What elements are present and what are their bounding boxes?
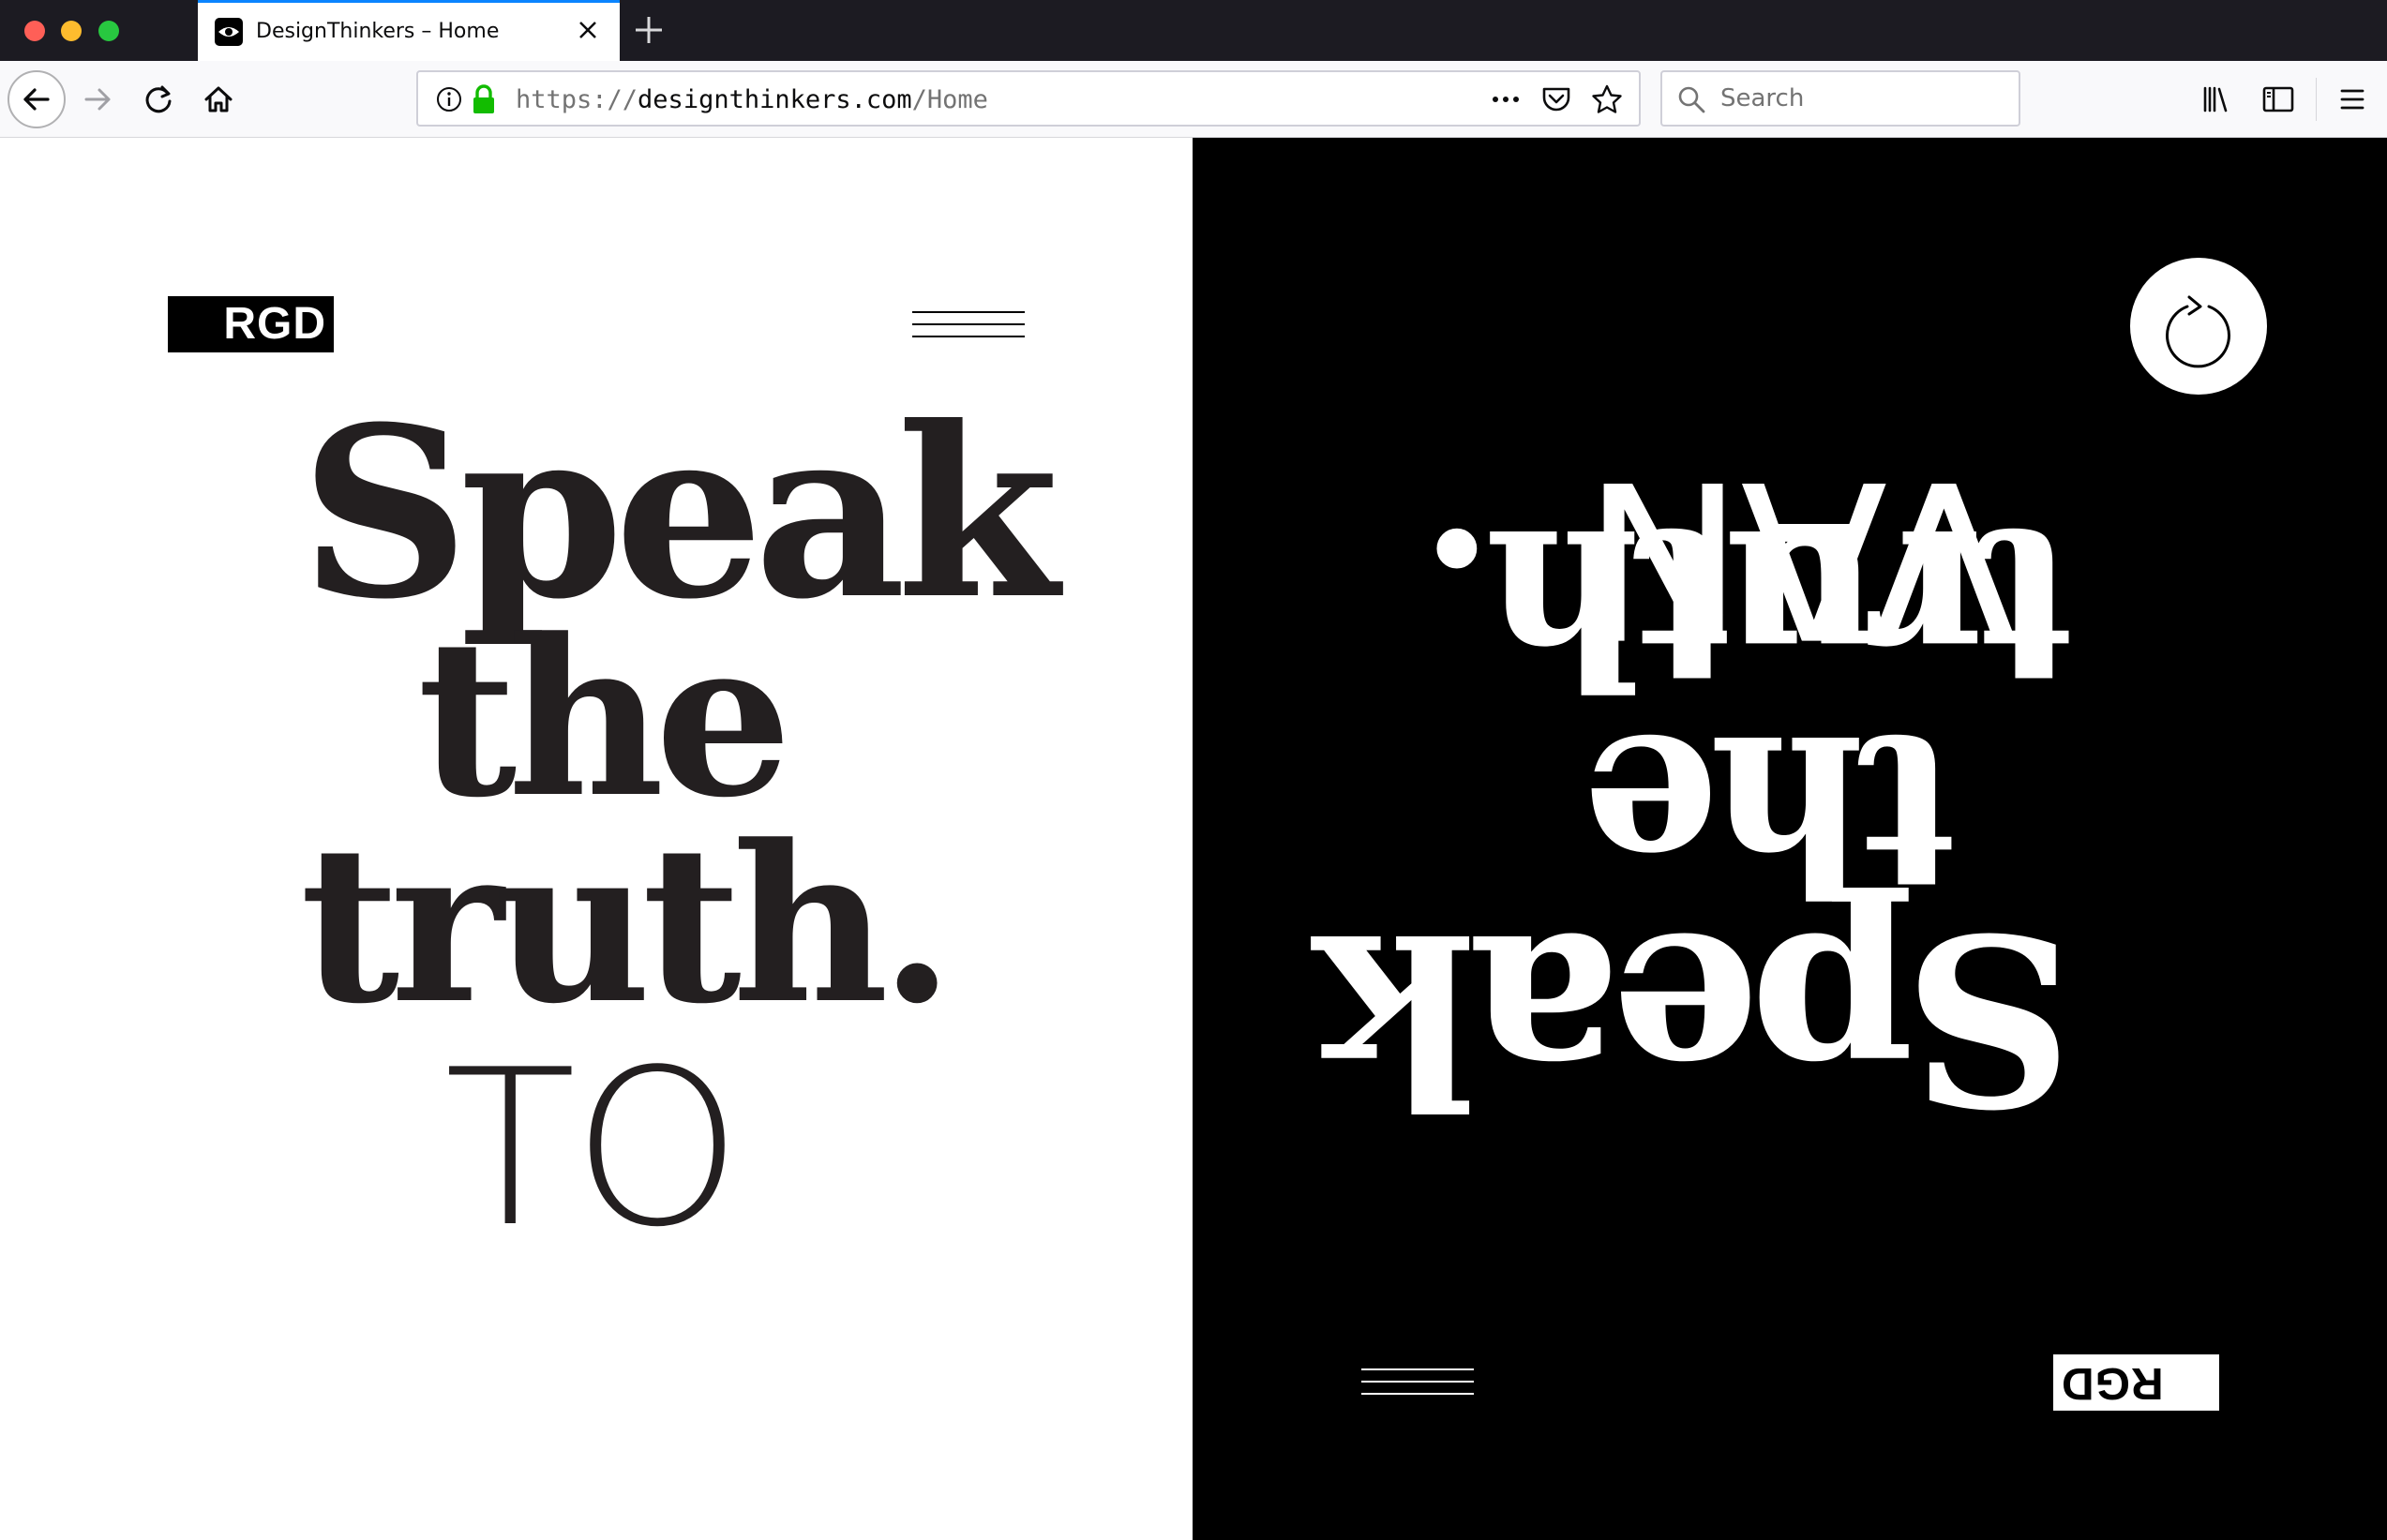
bookmark-star-icon[interactable] <box>1590 83 1624 115</box>
window-maximize-button[interactable] <box>98 21 119 41</box>
window-minimize-button[interactable] <box>61 21 82 41</box>
tab-strip: DesignThinkers – Home <box>0 0 2387 61</box>
headline: Speak the truth. <box>300 375 1059 1052</box>
url-path: /Home <box>911 85 988 114</box>
rgd-logo[interactable]: RGD <box>168 296 334 352</box>
menu-lines-icon[interactable] <box>912 307 1025 344</box>
address-bar[interactable]: https://designthinkers.com/Home <box>416 70 1641 127</box>
navigation-toolbar: https://designthinkers.com/Home <box>0 61 2387 138</box>
replay-icon <box>2166 295 2230 368</box>
reload-icon[interactable] <box>133 74 184 125</box>
url-text[interactable]: https://designthinkers.com/Home <box>516 85 988 114</box>
hamburger-menu-icon[interactable] <box>2329 76 2376 123</box>
new-tab-plus-icon[interactable] <box>628 9 669 51</box>
search-icon <box>1675 83 1707 115</box>
left-panel: RGD Speak the truth. TO <box>0 138 1193 1540</box>
page-content: RGD Speak the truth. TO VAN Speak the tr… <box>0 138 2387 1540</box>
search-bar[interactable] <box>1660 70 2020 127</box>
library-icon[interactable] <box>2194 76 2241 123</box>
tab-close-icon[interactable] <box>569 11 607 49</box>
subword-to: TO <box>444 1024 743 1275</box>
headline-line: truth. <box>300 799 954 1052</box>
search-input[interactable] <box>1719 80 2009 117</box>
pocket-icon[interactable] <box>1539 83 1573 115</box>
headline-line: truth. <box>1428 480 2074 733</box>
eye-favicon-icon <box>215 18 243 46</box>
url-domain: designthinkers.com <box>638 85 912 114</box>
info-icon[interactable] <box>435 85 463 113</box>
url-scheme: https:// <box>516 85 638 114</box>
back-arrow-icon[interactable] <box>8 70 66 128</box>
more-dots-icon[interactable] <box>1487 83 1524 115</box>
lock-icon[interactable] <box>471 83 497 115</box>
headline-line: Speak <box>1324 881 2074 1157</box>
tab-active[interactable]: DesignThinkers – Home <box>198 0 620 61</box>
tab-title: DesignThinkers – Home <box>256 20 500 43</box>
toolbar-divider <box>2316 78 2317 121</box>
window-close-button[interactable] <box>24 21 45 41</box>
headline-inverted: Speak the truth. <box>1324 480 2074 1157</box>
rgd-logo-inverted[interactable]: RGD <box>2053 1354 2219 1411</box>
right-panel: VAN Speak the truth. RGD <box>1193 138 2387 1540</box>
forward-arrow-icon[interactable] <box>73 74 124 125</box>
replay-button[interactable] <box>2130 258 2267 395</box>
headline-line: Speak <box>300 375 1059 650</box>
menu-lines-icon[interactable] <box>1361 1364 1474 1401</box>
sidebar-toggle-icon[interactable] <box>2255 76 2302 123</box>
home-icon[interactable] <box>193 74 244 125</box>
